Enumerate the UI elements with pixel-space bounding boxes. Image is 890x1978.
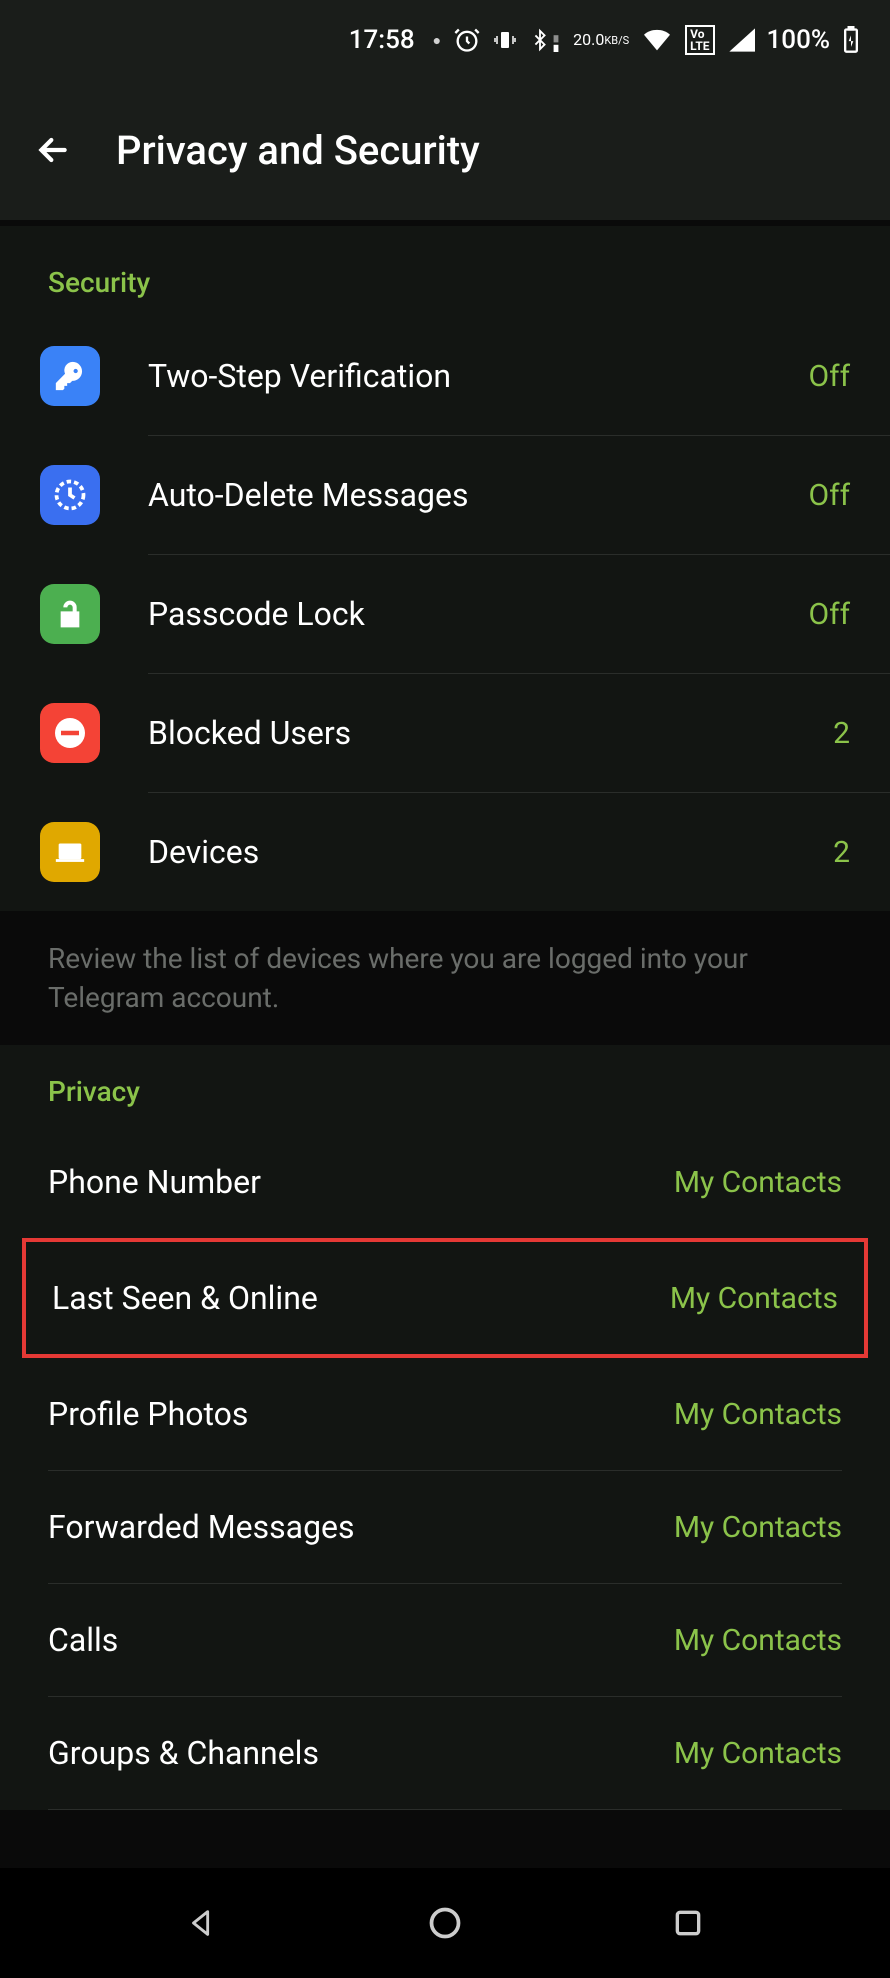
status-bar: 17:58 ● 20.0 KB/S VoLTE 100% — [0, 0, 890, 80]
blocked-users-item[interactable]: Blocked Users 2 — [0, 674, 890, 792]
item-value: My Contacts — [674, 1397, 842, 1432]
item-value: 2 — [833, 716, 850, 751]
item-label: Profile Photos — [48, 1395, 674, 1433]
nav-back-button[interactable] — [178, 1899, 226, 1947]
item-label: Passcode Lock — [148, 595, 809, 633]
calls-item[interactable]: Calls My Contacts — [0, 1584, 890, 1696]
item-value: Off — [809, 478, 851, 513]
data-speed-indicator: 20.0 KB/S — [573, 32, 629, 48]
groups-channels-item[interactable]: Groups & Channels My Contacts — [0, 1697, 890, 1809]
lock-icon — [40, 584, 100, 644]
item-label: Calls — [48, 1621, 674, 1659]
status-time: 17:58 — [349, 25, 415, 55]
item-label: Two-Step Verification — [148, 357, 809, 395]
two-step-verification-item[interactable]: Two-Step Verification Off — [0, 317, 890, 435]
forwarded-messages-item[interactable]: Forwarded Messages My Contacts — [0, 1471, 890, 1583]
passcode-lock-item[interactable]: Passcode Lock Off — [0, 555, 890, 673]
vibrate-icon — [493, 26, 517, 54]
profile-photos-item[interactable]: Profile Photos My Contacts — [0, 1358, 890, 1470]
signal-icon — [727, 27, 755, 53]
item-value: Off — [809, 597, 851, 632]
item-value: 2 — [833, 835, 850, 870]
item-value: My Contacts — [674, 1165, 842, 1200]
item-label: Last Seen & Online — [52, 1279, 670, 1317]
item-label: Devices — [148, 833, 833, 871]
nav-home-button[interactable] — [421, 1899, 469, 1947]
item-label: Auto-Delete Messages — [148, 476, 809, 514]
phone-number-item[interactable]: Phone Number My Contacts — [0, 1126, 890, 1238]
alarm-icon — [453, 26, 481, 54]
item-value: Off — [809, 359, 851, 394]
last-seen-online-item[interactable]: Last Seen & Online My Contacts — [26, 1242, 864, 1354]
security-section-header: Security — [0, 236, 890, 317]
block-icon — [40, 703, 100, 763]
bluetooth-icon — [529, 26, 561, 54]
item-value: My Contacts — [674, 1623, 842, 1658]
kbs-unit: KB/S — [604, 35, 629, 46]
status-dot: ● — [433, 32, 441, 49]
item-value: My Contacts — [674, 1736, 842, 1771]
item-value: My Contacts — [670, 1281, 838, 1316]
auto-delete-messages-item[interactable]: Auto-Delete Messages Off — [0, 436, 890, 554]
item-label: Blocked Users — [148, 714, 833, 752]
page-title: Privacy and Security — [116, 127, 480, 174]
wifi-icon — [641, 27, 673, 53]
app-header: Privacy and Security — [0, 80, 890, 220]
back-button[interactable] — [30, 127, 76, 173]
battery-percentage: 100% — [767, 25, 830, 55]
item-value: My Contacts — [674, 1510, 842, 1545]
battery-icon — [842, 26, 860, 54]
highlighted-item: Last Seen & Online My Contacts — [22, 1238, 868, 1358]
privacy-section-header: Privacy — [0, 1045, 890, 1126]
volte-icon: VoLTE — [685, 25, 714, 55]
devices-icon — [40, 822, 100, 882]
devices-item[interactable]: Devices 2 — [0, 793, 890, 911]
item-label: Groups & Channels — [48, 1734, 674, 1772]
item-label: Phone Number — [48, 1163, 674, 1201]
devices-info-text: Review the list of devices where you are… — [0, 911, 890, 1045]
kbs-value: 20.0 — [573, 32, 604, 48]
timer-icon — [40, 465, 100, 525]
nav-recent-button[interactable] — [664, 1899, 712, 1947]
item-label: Forwarded Messages — [48, 1508, 674, 1546]
system-nav-bar — [0, 1868, 890, 1978]
key-icon — [40, 346, 100, 406]
